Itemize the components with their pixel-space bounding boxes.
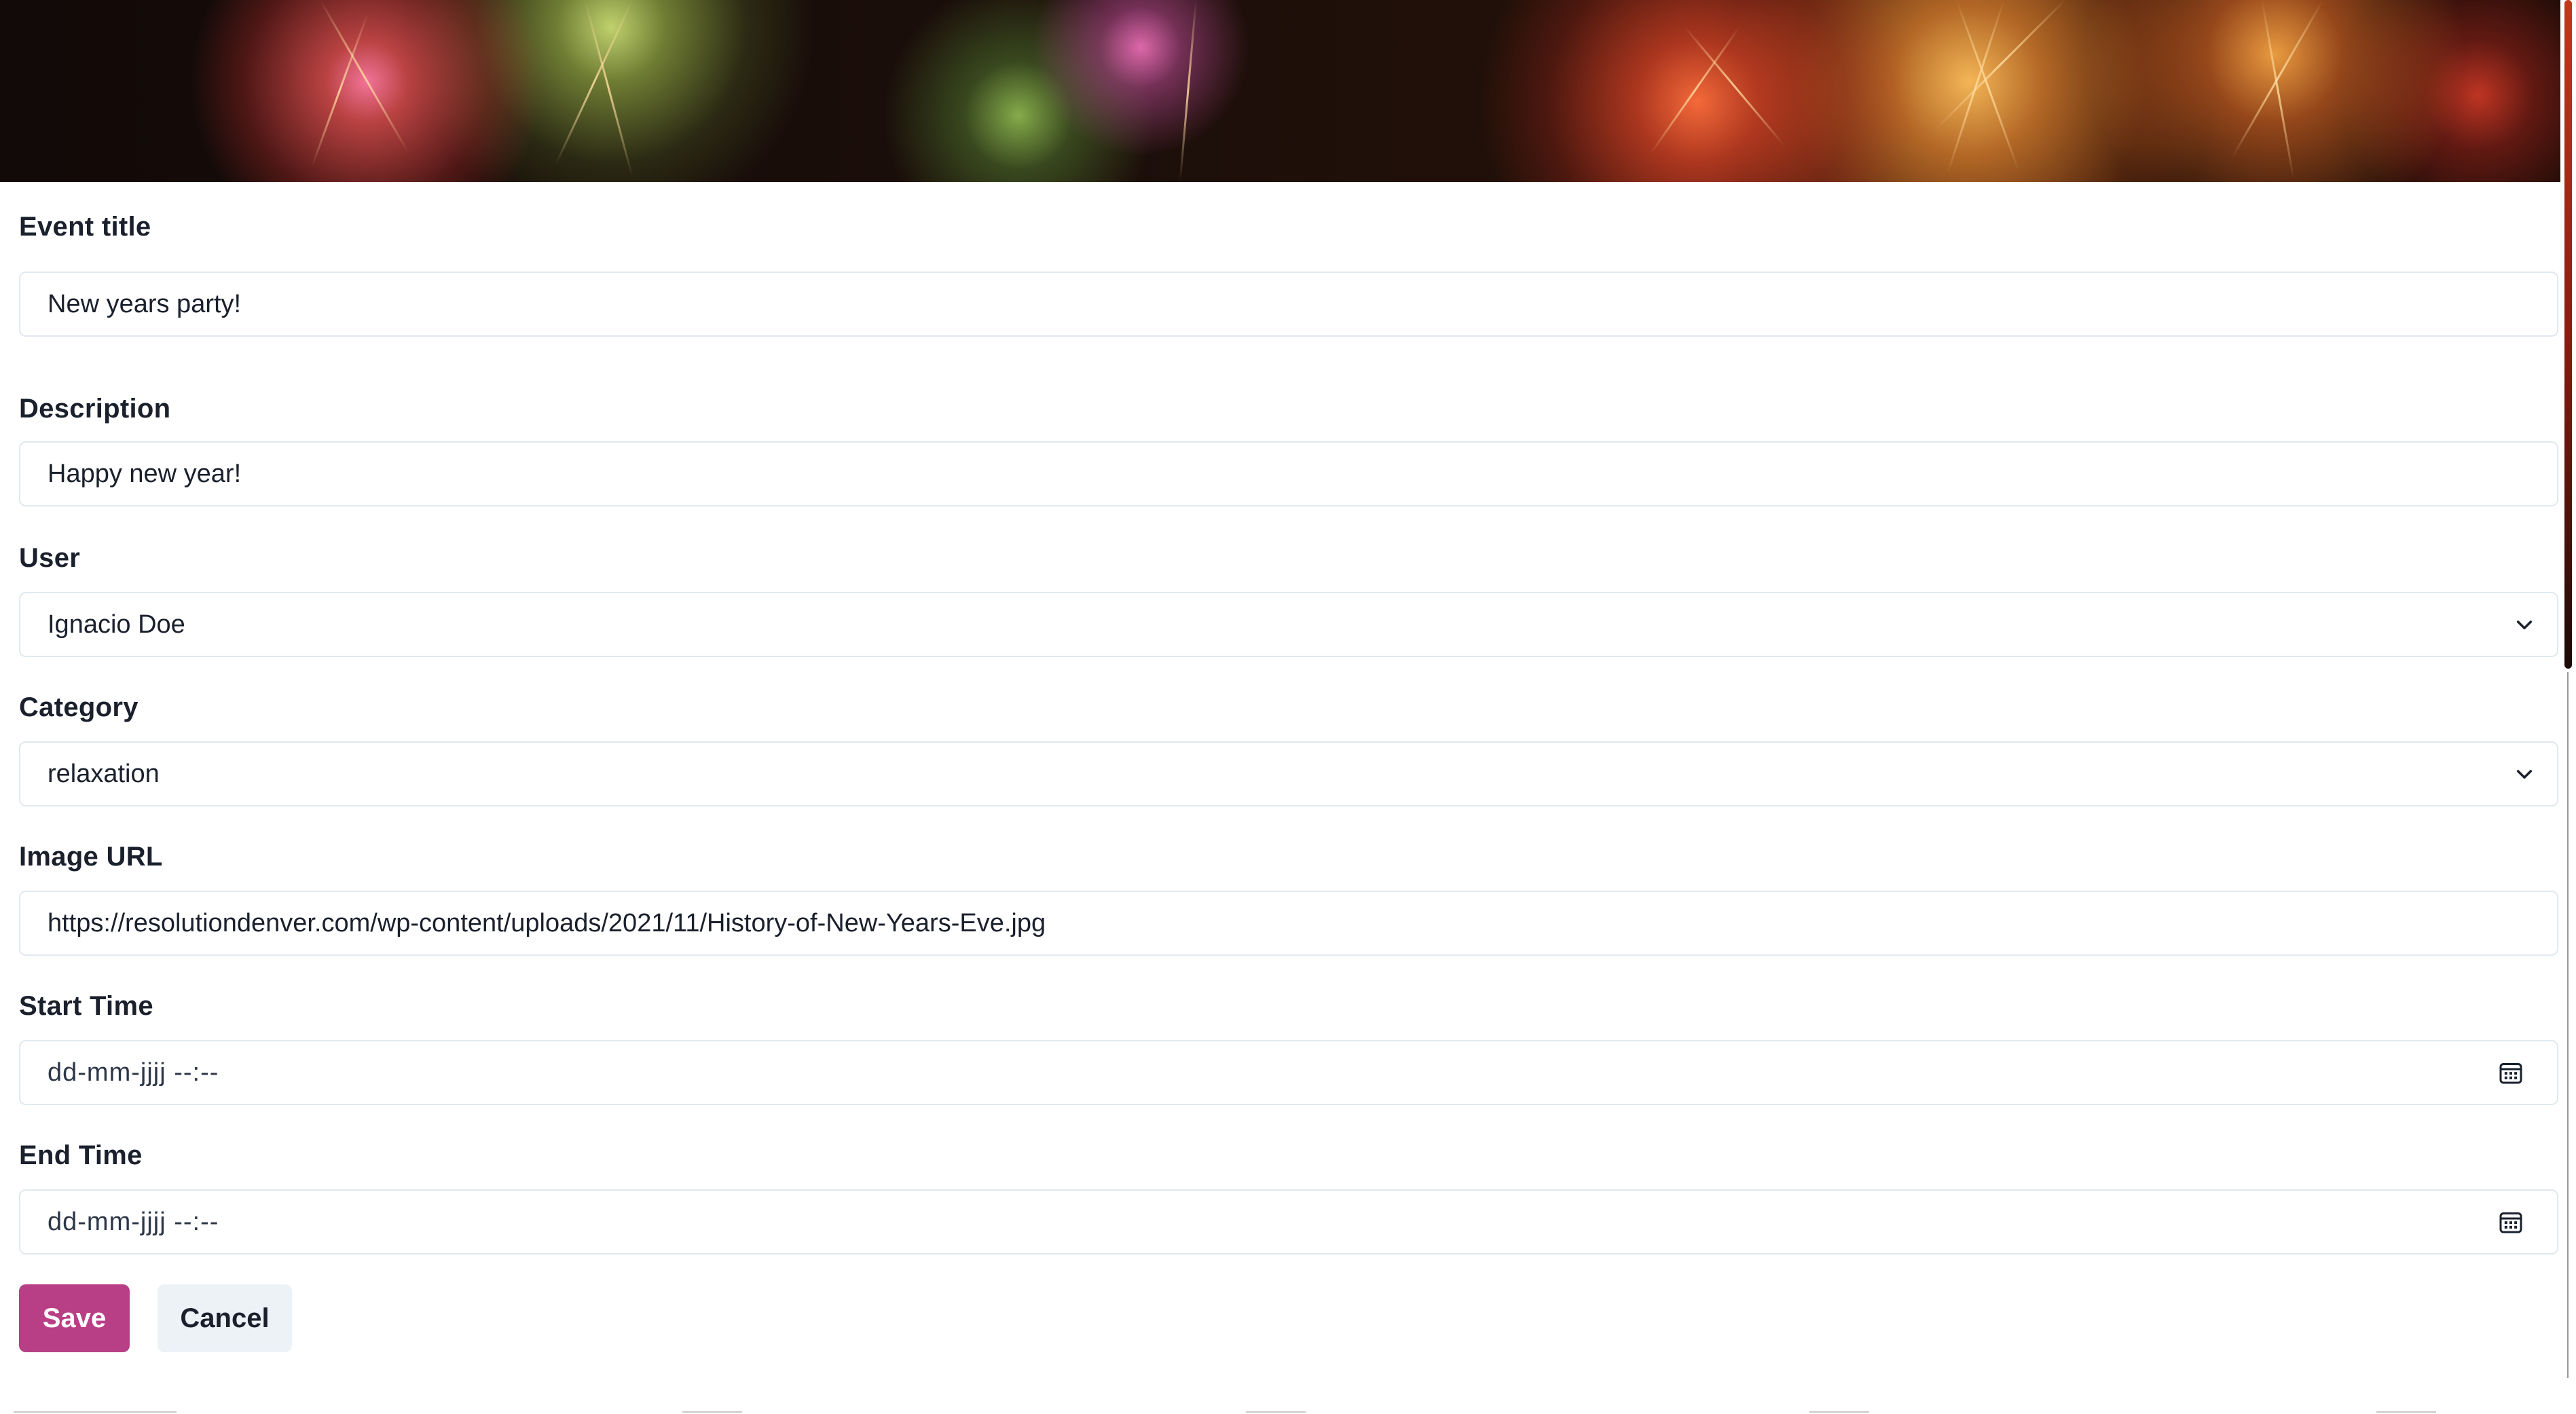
firework-streak: [1955, 0, 2020, 172]
divider: [682, 1411, 742, 1413]
fireworks-banner-image: [0, 0, 2560, 182]
page-scrollbar[interactable]: [2560, 0, 2576, 1414]
start-time-placeholder: dd-mm-jjjj --:--: [48, 1058, 219, 1087]
event-edit-page: Event title New years party! Description…: [0, 0, 2576, 1414]
firework-streak: [1649, 26, 1740, 155]
description-value: Happy new year!: [48, 459, 242, 488]
start-time-input[interactable]: dd-mm-jjjj --:--: [19, 1040, 2558, 1105]
cancel-button[interactable]: Cancel: [158, 1284, 292, 1352]
user-select[interactable]: Ignacio Doe: [19, 592, 2558, 657]
description-label: Description: [19, 394, 171, 424]
category-selected-value: relaxation: [48, 759, 160, 788]
end-time-placeholder: dd-mm-jjjj --:--: [48, 1207, 219, 1236]
divider: [1246, 1411, 1306, 1413]
start-time-label: Start Time: [19, 991, 153, 1021]
user-label: User: [19, 543, 81, 573]
category-label: Category: [19, 692, 139, 722]
firework-streak: [2231, 0, 2324, 158]
firework-streak: [1935, 0, 2066, 130]
category-select[interactable]: relaxation: [19, 741, 2558, 806]
chevron-down-icon: [2516, 620, 2533, 630]
divider: [14, 1411, 177, 1413]
firework-streak: [2261, 0, 2295, 180]
end-time-label: End Time: [19, 1140, 143, 1170]
image-url-input[interactable]: https://resolutiondenver.com/wp-content/…: [19, 891, 2558, 956]
chevron-down-icon: [2516, 770, 2533, 779]
event-title-label: Event title: [19, 212, 151, 242]
description-input[interactable]: Happy new year!: [19, 441, 2558, 506]
scrollbar-thumb[interactable]: [2564, 0, 2572, 669]
divider: [1809, 1411, 1869, 1413]
event-title-input[interactable]: New years party!: [19, 272, 2558, 337]
firework-streak: [1684, 26, 1786, 147]
calendar-icon[interactable]: [2497, 1208, 2524, 1235]
divider: [2376, 1411, 2436, 1413]
scrollbar-track: [2567, 672, 2569, 1378]
image-url-label: Image URL: [19, 842, 163, 872]
image-url-value: https://resolutiondenver.com/wp-content/…: [48, 908, 1046, 937]
event-title-value: New years party!: [48, 289, 242, 318]
user-selected-value: Ignacio Doe: [48, 610, 185, 639]
calendar-icon[interactable]: [2497, 1059, 2524, 1086]
save-button[interactable]: Save: [19, 1284, 130, 1352]
end-time-input[interactable]: dd-mm-jjjj --:--: [19, 1189, 2558, 1254]
firework-streak: [1179, 0, 1197, 182]
